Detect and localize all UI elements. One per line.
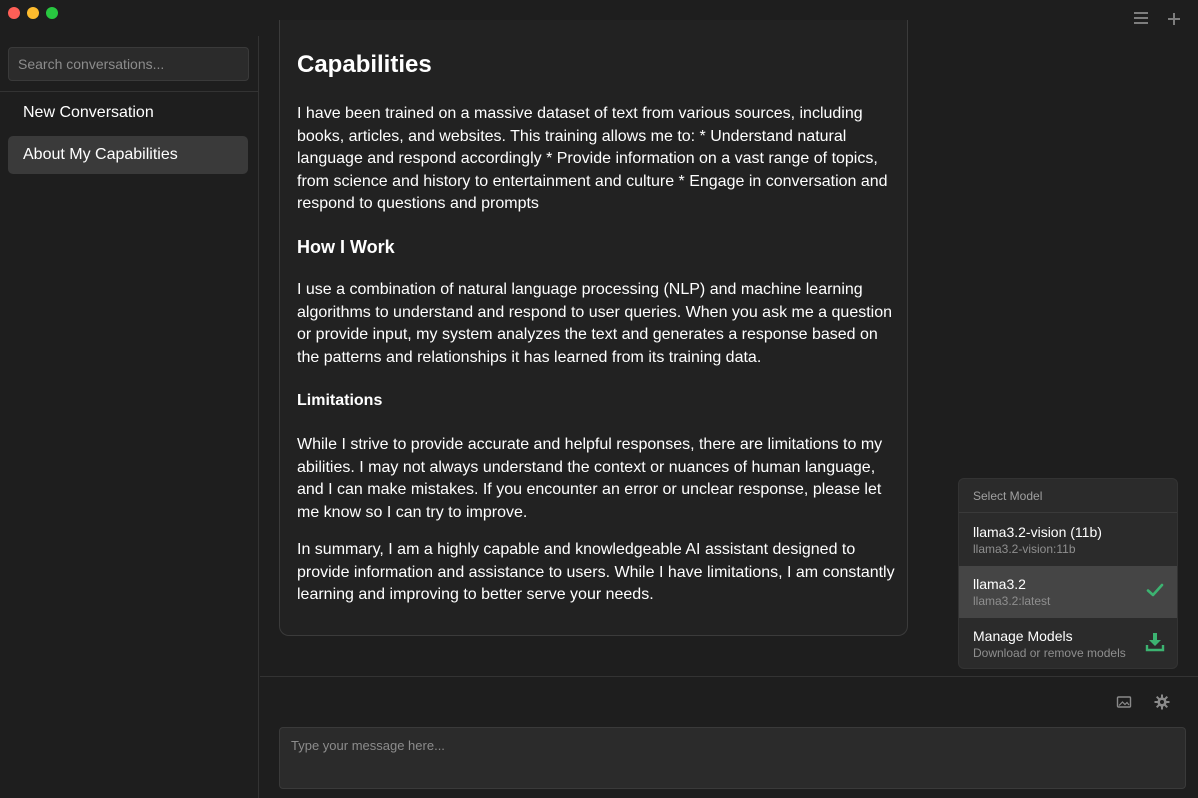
gear-icon[interactable] [1154, 694, 1170, 710]
message-paragraph: I have been trained on a massive dataset… [297, 105, 888, 212]
model-option-llama3.2-vision[interactable]: llama3.2-vision (11b) llama3.2-vision:11… [959, 514, 1177, 566]
close-window-button[interactable] [8, 7, 20, 19]
message-heading: Capabilities [297, 51, 432, 78]
conversation-item-active[interactable]: About My Capabilities [8, 136, 248, 174]
model-option-llama3.2[interactable]: llama3.2 llama3.2:latest [959, 566, 1177, 618]
conversation-item-new[interactable]: New Conversation [8, 94, 248, 132]
assistant-message-card: Capabilities I have been trained on a ma… [279, 20, 908, 636]
search-container [8, 47, 249, 81]
composer-divider [260, 676, 1198, 677]
message-input[interactable] [279, 727, 1186, 789]
plus-icon[interactable] [1164, 8, 1184, 28]
model-option-name: Manage Models [973, 628, 1073, 644]
checkmark-icon [1146, 583, 1164, 597]
app-window: New Conversation About My Capabilities C… [0, 0, 1198, 798]
message-paragraph: While I strive to provide accurate and h… [297, 436, 883, 521]
model-option-name: llama3.2 [973, 576, 1026, 592]
model-option-description: Download or remove models [973, 646, 1126, 660]
message-subheading: How I Work [297, 237, 395, 257]
message-subheading: Limitations [297, 392, 383, 409]
message-paragraph: I use a combination of natural language … [297, 281, 893, 366]
sidebar: New Conversation About My Capabilities [0, 36, 259, 798]
model-option-id: llama3.2:latest [973, 594, 1051, 608]
model-option-name: llama3.2-vision (11b) [973, 524, 1102, 540]
maximize-window-button[interactable] [46, 7, 58, 19]
model-menu-header: Select Model [959, 479, 1177, 513]
sidebar-divider [0, 91, 259, 92]
search-input[interactable] [8, 47, 249, 81]
message-paragraph: In summary, I am a highly capable and kn… [297, 541, 895, 603]
model-option-id: llama3.2-vision:11b [973, 542, 1076, 556]
minimize-window-button[interactable] [27, 7, 39, 19]
hamburger-menu-icon[interactable] [1131, 8, 1151, 28]
manage-models-option[interactable]: Manage Models Download or remove models [959, 618, 1177, 668]
download-icon [1145, 633, 1165, 652]
model-selector-dropdown: Select Model llama3.2-vision (11b) llama… [958, 478, 1178, 669]
image-icon[interactable] [1116, 694, 1132, 710]
